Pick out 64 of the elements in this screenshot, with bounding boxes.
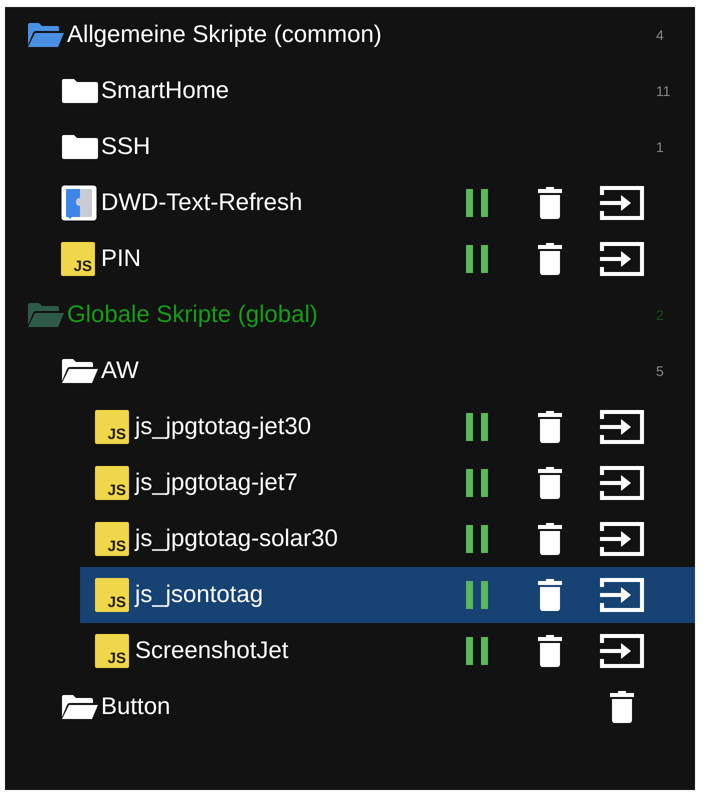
export-icon[interactable]: [599, 577, 645, 613]
tree-row[interactable]: Allgemeine Skripte (common) 4: [12, 7, 695, 63]
delete-icon[interactable]: [537, 186, 563, 220]
js-file-icon: JS: [95, 410, 129, 444]
item-count: 11: [656, 83, 671, 99]
open-folder-icon: [61, 358, 99, 384]
tree-row[interactable]: Globale Skripte (global) 2: [12, 287, 695, 343]
item-count: 5: [656, 363, 664, 379]
folder-name: Globale Skripte (global): [67, 301, 319, 329]
script-name: PIN: [101, 245, 142, 273]
pause-icon[interactable]: [465, 524, 491, 554]
export-icon[interactable]: [599, 409, 645, 445]
delete-icon[interactable]: [537, 466, 563, 500]
puzzle-piece-icon: [61, 185, 97, 221]
tree-row[interactable]: SmartHome 11: [46, 63, 695, 119]
script-name: DWD-Text-Refresh: [101, 189, 304, 217]
folder-icon: [61, 78, 99, 104]
delete-icon[interactable]: [537, 522, 563, 556]
tree-row[interactable]: DWD-Text-Refresh: [46, 175, 695, 231]
item-count: 2: [656, 307, 664, 323]
pause-icon[interactable]: [465, 636, 491, 666]
script-name: js_jpgtotag-jet30: [135, 413, 312, 441]
js-file-icon: JS: [95, 578, 129, 612]
folder-name: SmartHome: [101, 77, 230, 105]
folder-name: Allgemeine Skripte (common): [67, 21, 383, 49]
folder-name: Button: [101, 693, 172, 721]
delete-icon[interactable]: [537, 634, 563, 668]
tree-row[interactable]: JS PIN: [46, 231, 695, 287]
export-icon[interactable]: [599, 633, 645, 669]
script-name: ScreenshotJet: [135, 637, 290, 665]
folder-name: AW: [101, 357, 140, 385]
tree-row[interactable]: JS js_jpgtotag-solar30: [80, 511, 695, 567]
export-icon[interactable]: [599, 521, 645, 557]
pause-icon[interactable]: [465, 412, 491, 442]
delete-icon[interactable]: [609, 690, 635, 724]
folder-name: SSH: [101, 133, 152, 161]
tree-row[interactable]: Button: [46, 679, 695, 735]
tree-row[interactable]: JS js_jsontotag: [80, 567, 695, 623]
export-icon[interactable]: [599, 465, 645, 501]
script-name: js_jpgtotag-jet7: [135, 469, 299, 497]
open-folder-icon: [61, 694, 99, 720]
js-file-icon: JS: [61, 242, 95, 276]
folder-icon: [61, 134, 99, 160]
delete-icon[interactable]: [537, 242, 563, 276]
script-name: js_jsontotag: [135, 581, 264, 609]
tree-row[interactable]: SSH 1: [46, 119, 695, 175]
item-count: 1: [656, 139, 664, 155]
pause-icon[interactable]: [465, 468, 491, 498]
tree-row[interactable]: JS js_jpgtotag-jet30: [80, 399, 695, 455]
export-icon[interactable]: [599, 241, 645, 277]
js-file-icon: JS: [95, 634, 129, 668]
pause-icon[interactable]: [465, 244, 491, 274]
js-file-icon: JS: [95, 466, 129, 500]
script-name: js_jpgtotag-solar30: [135, 525, 339, 553]
tree-row[interactable]: JS js_jpgtotag-jet7: [80, 455, 695, 511]
delete-icon[interactable]: [537, 410, 563, 444]
export-icon[interactable]: [599, 185, 645, 221]
item-count: 4: [656, 27, 664, 43]
pause-icon[interactable]: [465, 580, 491, 610]
tree-row[interactable]: JS ScreenshotJet: [80, 623, 695, 679]
js-file-icon: JS: [95, 522, 129, 556]
pause-icon[interactable]: [465, 188, 491, 218]
tree-row[interactable]: AW 5: [46, 343, 695, 399]
delete-icon[interactable]: [537, 578, 563, 612]
